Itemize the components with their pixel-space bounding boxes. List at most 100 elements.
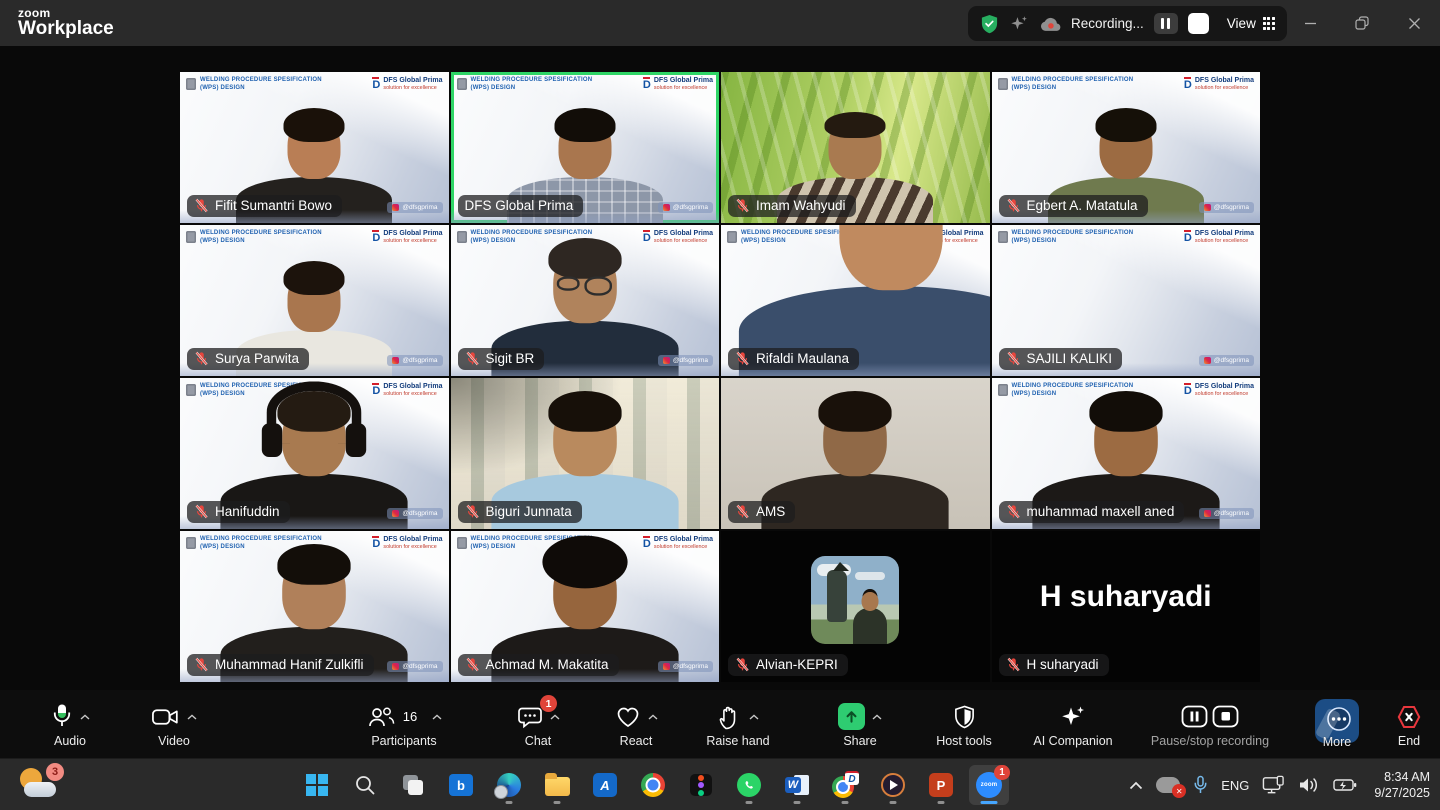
video-tile-egbert-matatula[interactable]: WELDING PROCEDURE SPESIFICATION (WPS) DES…	[991, 72, 1260, 223]
social-handle-badge: @dfsgprima	[1198, 355, 1254, 366]
figma-button[interactable]	[681, 765, 721, 805]
media-player-button[interactable]	[873, 765, 913, 805]
view-button[interactable]: View	[1226, 16, 1276, 31]
more-button[interactable]: More	[1300, 693, 1374, 755]
task-view-button[interactable]	[393, 765, 433, 805]
video-tile-imam-wahyudi[interactable]: Imam Wahyudi	[721, 72, 990, 223]
ai-sparkle-icon[interactable]	[1009, 14, 1029, 34]
video-tile-hanifuddin[interactable]: WELDING PROCEDURE SPESIFICATION (WPS) DES…	[180, 378, 449, 529]
host-tools-button[interactable]: Host tools	[916, 693, 1012, 755]
video-tile-achmad-makatita[interactable]: WELDING PROCEDURE SPESIFICATION (WPS) DES…	[450, 531, 719, 682]
file-explorer-button[interactable]	[537, 765, 577, 805]
pause-stop-recording-button[interactable]: Pause/stop recording	[1134, 693, 1286, 755]
social-handle-badge: @dfsgprima	[387, 202, 443, 213]
share-button[interactable]: Share	[812, 693, 908, 755]
start-button[interactable]	[297, 765, 337, 805]
raised-hand-icon	[719, 706, 735, 730]
dfs-logo-icon: D	[1183, 230, 1192, 244]
end-meeting-button[interactable]: End	[1374, 693, 1440, 755]
video-tile-biguri-junnata[interactable]: Biguri Junnata	[450, 378, 719, 529]
chat-icon	[517, 707, 542, 729]
raise-hand-button[interactable]: Raise hand	[686, 693, 790, 755]
video-tile-sajili-kaliki[interactable]: WELDING PROCEDURE SPESIFICATION (WPS) DES…	[991, 225, 1260, 376]
powerpoint-button[interactable]: P	[921, 765, 961, 805]
stop-recording-button[interactable]	[1187, 13, 1209, 34]
whatsapp-button[interactable]	[729, 765, 769, 805]
chevron-up-icon[interactable]	[648, 714, 658, 720]
chat-button[interactable]: 1 Chat	[492, 693, 584, 755]
react-button[interactable]: React	[594, 693, 678, 755]
chevron-up-icon[interactable]	[872, 714, 882, 720]
taskbar-app-icons: b A W D P zoom 1	[297, 765, 1010, 805]
video-tile-ams[interactable]: AMS	[721, 378, 990, 529]
chevron-up-icon[interactable]	[80, 714, 90, 720]
chevron-up-icon[interactable]	[432, 714, 442, 720]
muted-mic-icon	[1006, 351, 1021, 366]
glasses	[556, 276, 612, 296]
sparkle-icon	[1062, 706, 1084, 725]
chevron-up-icon[interactable]	[187, 714, 197, 720]
speaker-icon[interactable]	[1298, 776, 1320, 794]
pause-recording-icon[interactable]	[1181, 705, 1208, 728]
participant-nametag: Rifaldi Maulana	[728, 348, 860, 370]
video-tile-rifaldi-maulana[interactable]: WELDING PROCEDURE SPESIFICATION (WPS) DES…	[721, 225, 990, 376]
participant-nametag: Fifit Sumantri Bowo	[187, 195, 343, 217]
mail-app-button[interactable]: b	[441, 765, 481, 805]
chevron-up-icon[interactable]	[749, 714, 759, 720]
minimize-button[interactable]	[1284, 0, 1336, 46]
stop-recording-icon[interactable]	[1212, 705, 1239, 728]
muted-mic-icon	[465, 657, 480, 672]
participant-nametag: Egbert A. Matatula	[998, 195, 1148, 217]
video-tile-sigit-br[interactable]: WELDING PROCEDURE SPESIFICATION (WPS) DES…	[450, 225, 719, 376]
security-shield-icon[interactable]	[980, 14, 999, 34]
collab-app-button[interactable]: A	[585, 765, 625, 805]
participants-count: 16	[402, 709, 418, 725]
muted-mic-icon	[735, 198, 750, 213]
mail-app-icon: b	[449, 774, 473, 796]
video-tile-dfs-global-prima[interactable]: WELDING PROCEDURE SPESIFICATION (WPS) DES…	[450, 72, 719, 223]
video-button[interactable]: Video	[128, 693, 220, 755]
instagram-icon	[1203, 204, 1211, 211]
muted-mic-icon	[735, 351, 750, 366]
wps-emblem-icon	[186, 384, 196, 396]
chrome-button[interactable]	[633, 765, 673, 805]
video-tile-fifit-sumantri-bowo[interactable]: WELDING PROCEDURE SPESIFICATION (WPS) DES…	[180, 72, 449, 223]
language-indicator[interactable]: ENG	[1221, 778, 1249, 793]
video-tile-surya-parwita[interactable]: WELDING PROCEDURE SPESIFICATION (WPS) DES…	[180, 225, 449, 376]
instagram-icon	[392, 663, 400, 670]
word-button[interactable]: W	[777, 765, 817, 805]
taskbar-clock[interactable]: 8:34 AM 9/27/2025	[1374, 769, 1430, 802]
chrome-dfs-profile-button[interactable]: D	[825, 765, 865, 805]
participant-nametag: Imam Wahyudi	[728, 195, 856, 217]
instagram-icon	[662, 663, 670, 670]
dfs-logo-icon: D	[372, 77, 381, 91]
view-label: View	[1226, 16, 1256, 31]
participant-nametag: Alvian-KEPRI	[728, 654, 848, 676]
chevron-up-icon[interactable]	[550, 714, 560, 720]
window-controls	[1284, 0, 1440, 46]
video-tile-alvian-kepri[interactable]: Alvian-KEPRI	[721, 531, 990, 682]
video-tile-muhammad-hanif-zulkifli[interactable]: WELDING PROCEDURE SPESIFICATION (WPS) DES…	[180, 531, 449, 682]
ai-companion-button[interactable]: AI Companion	[1018, 693, 1128, 755]
muted-mic-icon	[194, 657, 209, 672]
taskbar-weather-widget[interactable]: 3	[18, 763, 64, 804]
tray-chevron-up-icon[interactable]	[1129, 781, 1143, 790]
wps-emblem-icon	[997, 231, 1008, 243]
participants-button[interactable]: 16 Participants	[338, 693, 470, 755]
heart-icon	[617, 707, 638, 727]
participant-nametag: Biguri Junnata	[457, 501, 582, 523]
video-tile-muhammad-maxell-aned[interactable]: WELDING PROCEDURE SPESIFICATION (WPS) DES…	[991, 378, 1260, 529]
close-button[interactable]	[1388, 0, 1440, 46]
search-button[interactable]	[345, 765, 385, 805]
tray-mic-icon[interactable]	[1193, 775, 1208, 796]
restore-button[interactable]	[1336, 0, 1388, 46]
onedrive-error-icon[interactable]	[1156, 777, 1187, 798]
battery-charging-icon[interactable]	[1333, 778, 1357, 792]
video-tile-h-suharyadi[interactable]: H suharyadi H suharyadi	[991, 531, 1260, 682]
network-device-icon[interactable]	[1262, 775, 1285, 795]
audio-button[interactable]: Audio	[24, 693, 116, 755]
zoom-app-button[interactable]: zoom 1	[969, 765, 1010, 805]
edge-browser-button[interactable]	[489, 765, 529, 805]
participant-nametag: DFS Global Prima	[457, 195, 584, 217]
pause-recording-button[interactable]	[1153, 13, 1178, 34]
